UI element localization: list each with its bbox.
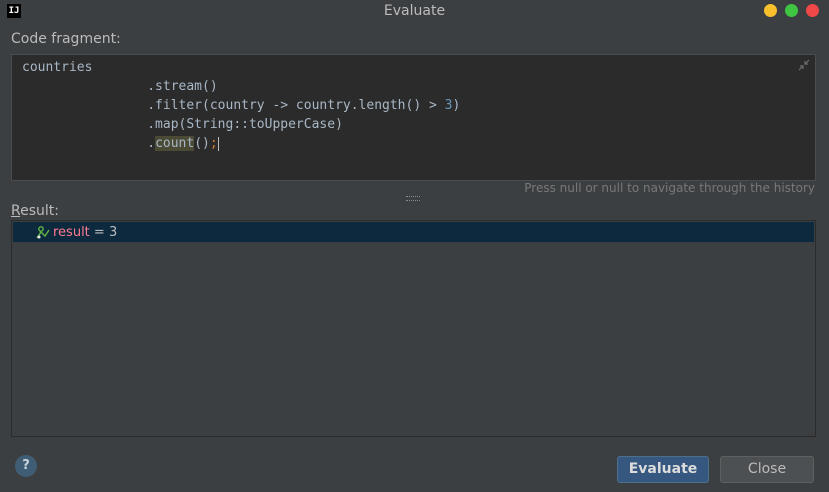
maximize-button[interactable] (785, 4, 798, 17)
result-equals: = (89, 224, 109, 240)
title-bar: IJ Evaluate (0, 0, 829, 22)
result-label: Result: (11, 203, 59, 219)
window-title: Evaluate (383, 3, 446, 19)
collapse-icon[interactable] (798, 59, 810, 71)
result-row[interactable]: result = 3 (13, 222, 814, 242)
text-caret (217, 136, 219, 151)
evaluate-button[interactable]: Evaluate (617, 456, 709, 483)
result-label-mnemonic: R (11, 203, 21, 219)
result-variable-name: result (53, 224, 90, 240)
code-line: countries (22, 60, 93, 75)
code-text: () (194, 136, 210, 151)
code-fragment-label: Code fragment: (11, 31, 121, 47)
result-panel: result = 3 (11, 220, 816, 437)
result-value: 3 (108, 224, 118, 240)
result-label-text: esult: (20, 203, 59, 219)
code-highlight: count (155, 136, 195, 151)
help-button[interactable]: ? (15, 455, 37, 477)
code-text: . (22, 136, 156, 151)
evaluated-result-icon (36, 226, 50, 239)
code-line: .count(); (22, 134, 460, 153)
code-semicolon: ; (209, 136, 218, 151)
code-editor[interactable]: countries .stream() .filter(country -> c… (11, 54, 816, 181)
window-controls (764, 4, 819, 17)
close-button[interactable]: Close (720, 456, 814, 483)
code-text: ) (452, 98, 461, 113)
code-line: .map(String::toUpperCase) (22, 117, 343, 132)
splitter-handle[interactable] (406, 196, 420, 201)
history-hint: Press null or null to navigate through t… (524, 181, 815, 195)
code-line: .filter(country -> country.length() > 3) (22, 96, 460, 115)
code-line: .stream() (22, 79, 218, 94)
close-window-button[interactable] (806, 4, 819, 17)
minimize-button[interactable] (764, 4, 777, 17)
code-text: .filter(country -> country.length() > (22, 98, 445, 113)
app-icon: IJ (7, 4, 21, 18)
